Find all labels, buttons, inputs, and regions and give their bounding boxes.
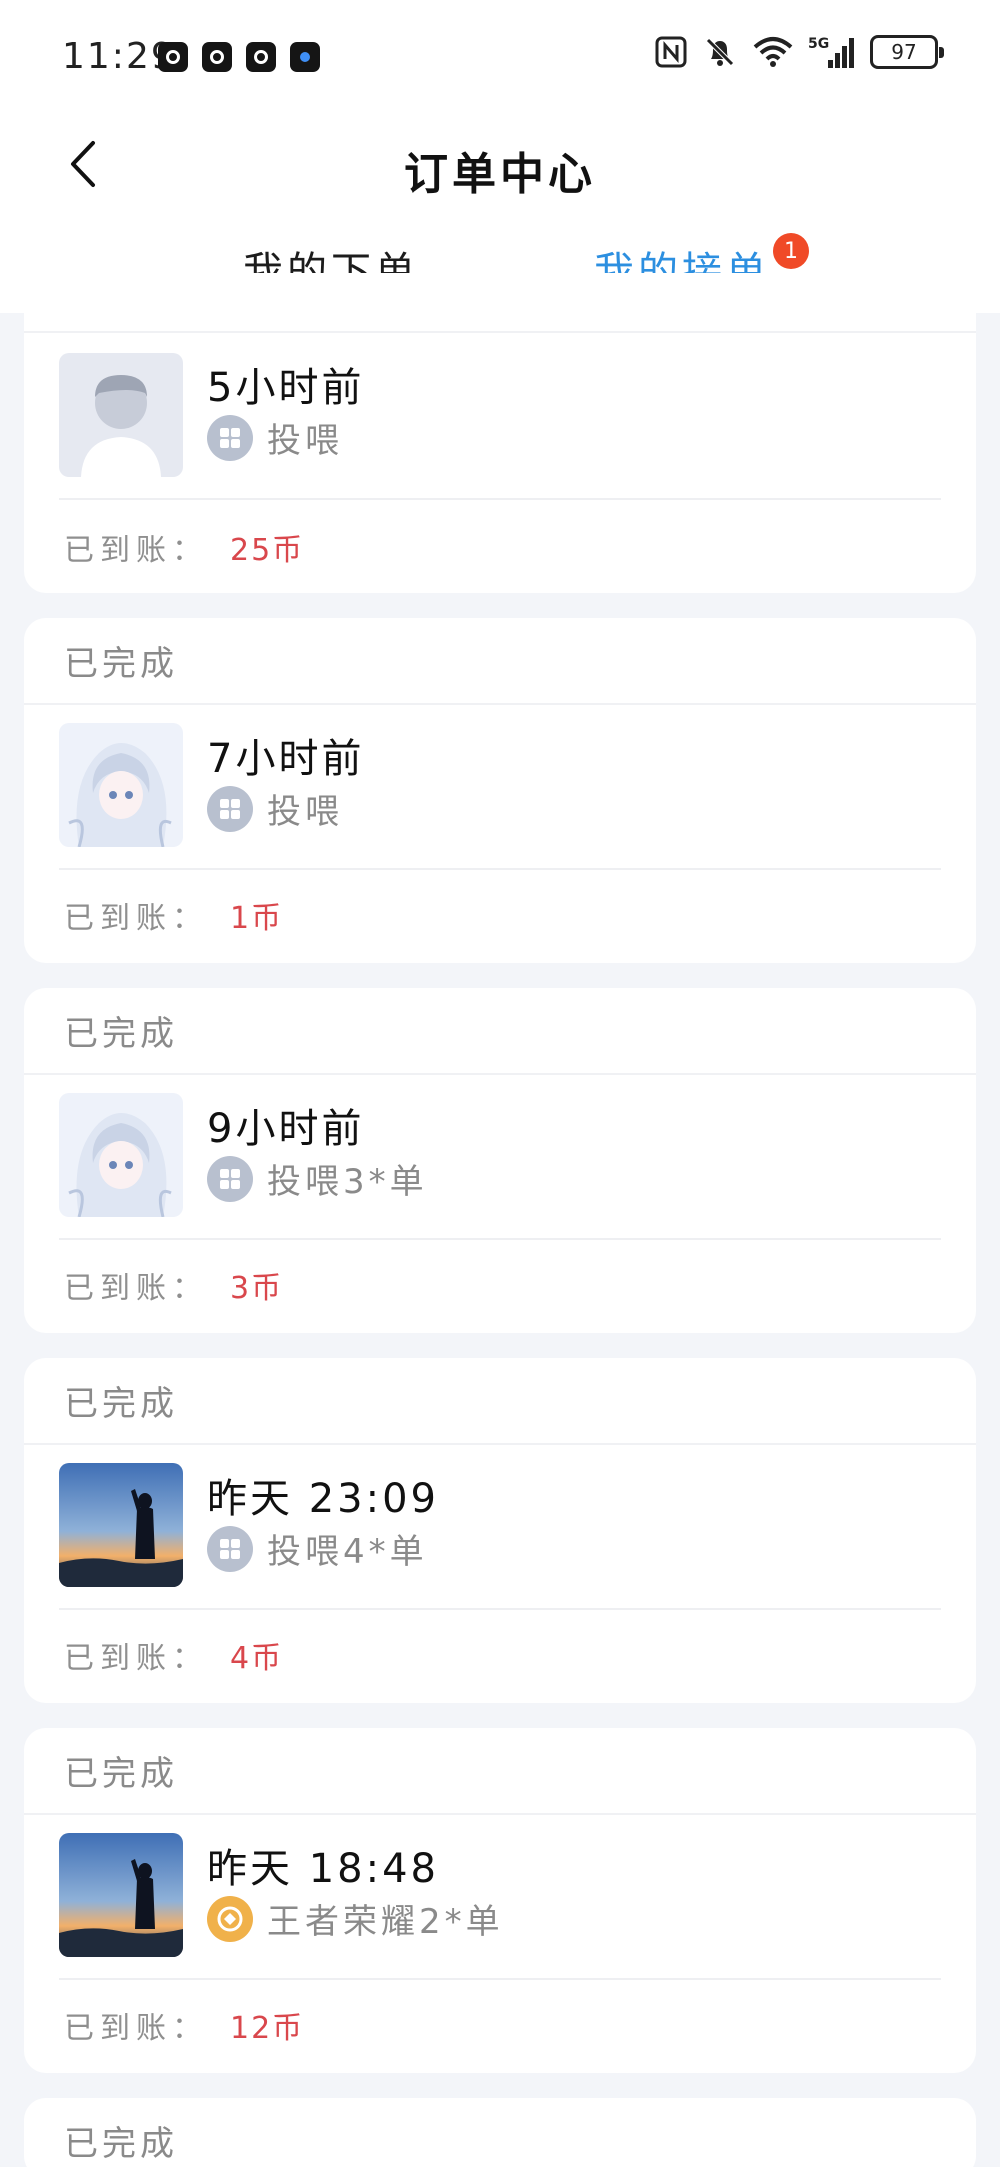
- order-time: 9小时前: [207, 1106, 365, 1152]
- user-avatar[interactable]: [59, 353, 183, 477]
- earning-label: 已到账：: [64, 1271, 208, 1306]
- service-row: 王者荣耀2*单: [207, 1894, 504, 1943]
- order-status: 已完成: [64, 2124, 178, 2164]
- order-card[interactable]: 已完成 昨天 23:09 投喂4*单 已到账： 4币: [24, 1358, 976, 1703]
- app-notification-icon: [290, 42, 320, 72]
- service-name: 王者荣耀2*单: [267, 1902, 504, 1942]
- earning-label: 已到账：: [64, 2011, 208, 2046]
- order-card[interactable]: 已完成 9小时前 投喂3*单 已到账： 3币: [24, 988, 976, 1333]
- status-bar: 11:29 5G 97: [0, 0, 1000, 112]
- service-row: 投喂: [207, 413, 343, 462]
- grid-icon: [207, 414, 253, 461]
- earning-row: 已到账： 25币: [64, 525, 304, 569]
- battery-level: 97: [891, 40, 917, 64]
- earning-amount: 1币: [230, 901, 284, 936]
- order-status: 已完成: [64, 1384, 178, 1424]
- order-status: 已完成: [64, 644, 178, 684]
- card-divider: [24, 331, 976, 333]
- order-time: 5小时前: [207, 365, 365, 411]
- order-time: 昨天 23:09: [207, 1476, 439, 1522]
- earning-row: 已到账： 12币: [64, 2003, 304, 2047]
- earning-label: 已到账：: [64, 901, 208, 936]
- order-status: 已完成: [64, 1754, 178, 1794]
- earning-amount: 12币: [230, 2011, 305, 2046]
- page-title: 订单中心: [404, 149, 596, 200]
- app-notification-icon: [246, 42, 276, 72]
- earning-amount: 25币: [230, 533, 305, 568]
- earning-label: 已到账：: [64, 533, 208, 568]
- user-avatar[interactable]: [59, 1463, 183, 1587]
- card-divider: [59, 1978, 941, 1980]
- user-avatar[interactable]: [59, 1833, 183, 1957]
- app-notification-icon: [202, 42, 232, 72]
- earning-row: 已到账： 3币: [64, 1263, 283, 1307]
- grid-icon: [207, 1155, 253, 1202]
- earning-label: 已到账：: [64, 1641, 208, 1676]
- system-icons: 5G 97: [654, 34, 944, 70]
- order-card[interactable]: 已完成 昨天 18:48 王者荣耀2*单 已到账： 12币: [24, 1728, 976, 2073]
- svg-text:5G: 5G: [808, 36, 829, 52]
- order-time: 昨天 18:48: [207, 1846, 439, 1892]
- user-avatar[interactable]: [59, 1093, 183, 1217]
- service-name: 投喂: [267, 792, 343, 832]
- order-time: 7小时前: [207, 736, 365, 782]
- card-divider: [24, 1813, 976, 1815]
- user-avatar[interactable]: [59, 723, 183, 847]
- service-row: 投喂3*单: [207, 1154, 428, 1203]
- service-row: 投喂4*单: [207, 1524, 428, 1573]
- app-header: 订单中心: [0, 112, 1000, 217]
- mute-bell-icon: [706, 38, 734, 66]
- card-divider: [59, 868, 941, 870]
- card-divider: [59, 1608, 941, 1610]
- earning-amount: 4币: [230, 1641, 284, 1676]
- wifi-icon: [753, 37, 793, 67]
- card-divider: [59, 498, 941, 500]
- battery-icon: 97: [870, 35, 944, 69]
- card-divider: [24, 703, 976, 705]
- notification-icons: [158, 42, 320, 72]
- app-notification-icon: [158, 42, 188, 72]
- earning-amount: 3币: [230, 1271, 284, 1306]
- service-name: 投喂: [267, 421, 343, 461]
- card-divider: [59, 1238, 941, 1240]
- card-divider: [24, 1443, 976, 1445]
- order-card[interactable]: 5小时前 投喂 已到账： 25币: [24, 273, 976, 593]
- order-status: 已完成: [64, 1014, 178, 1054]
- tab-badge: 1: [773, 233, 809, 269]
- game-icon: [207, 1895, 253, 1942]
- service-name: 投喂4*单: [267, 1532, 428, 1572]
- grid-icon: [207, 1525, 253, 1572]
- service-row: 投喂: [207, 784, 343, 833]
- card-divider: [24, 1073, 976, 1075]
- earning-row: 已到账： 1币: [64, 893, 283, 937]
- signal-5g-icon: 5G: [808, 36, 854, 68]
- service-name: 投喂3*单: [267, 1162, 428, 1202]
- order-card[interactable]: 已完成 7小时前 投喂 已到账： 1币: [24, 618, 976, 963]
- order-card[interactable]: 已完成: [24, 2098, 976, 2167]
- grid-icon: [207, 785, 253, 832]
- nfc-icon: [655, 36, 687, 68]
- earning-row: 已到账： 4币: [64, 1633, 283, 1677]
